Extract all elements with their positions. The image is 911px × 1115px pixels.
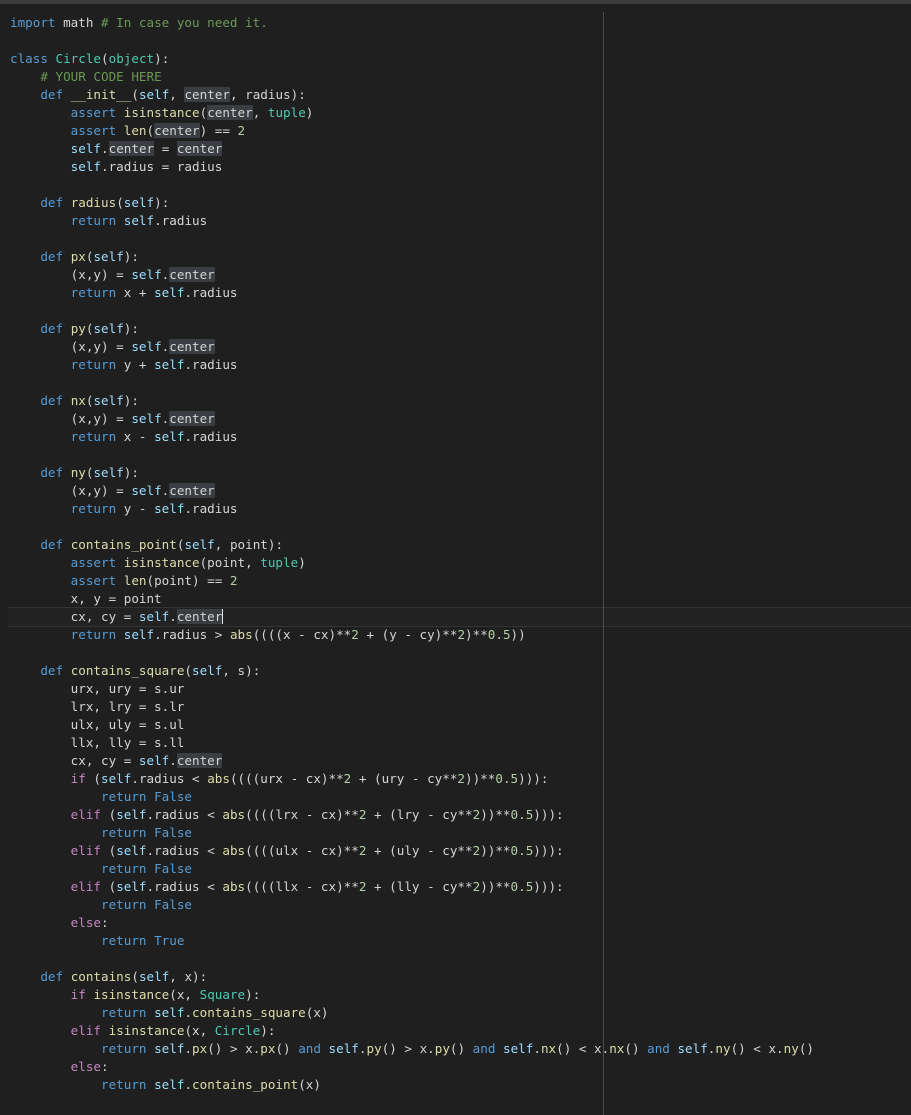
code-line[interactable]	[10, 446, 911, 464]
code-line[interactable]	[10, 230, 911, 248]
code-line[interactable]: return False	[10, 896, 911, 914]
code-line[interactable]: class Circle(object):	[10, 50, 911, 68]
code-line[interactable]: assert len(point) == 2	[10, 572, 911, 590]
code-line[interactable]: return self.radius	[10, 212, 911, 230]
code-line[interactable]: def nx(self):	[10, 392, 911, 410]
code-area[interactable]: import math # In case you need it. class…	[10, 14, 911, 1094]
code-line[interactable]: # YOUR CODE HERE	[10, 68, 911, 86]
code-line[interactable]: if (self.radius < abs((((urx - cx)**2 + …	[10, 770, 911, 788]
code-line[interactable]: assert isinstance(point, tuple)	[10, 554, 911, 572]
code-line[interactable]	[10, 374, 911, 392]
code-line[interactable]: (x,y) = self.center	[10, 482, 911, 500]
code-line[interactable]: (x,y) = self.center	[10, 410, 911, 428]
code-line[interactable]: def __init__(self, center, radius):	[10, 86, 911, 104]
code-line[interactable]	[10, 302, 911, 320]
code-line[interactable]: elif isinstance(x, Circle):	[10, 1022, 911, 1040]
code-line[interactable]: def contains_point(self, point):	[10, 536, 911, 554]
code-line[interactable]: elif (self.radius < abs((((llx - cx)**2 …	[10, 878, 911, 896]
code-line[interactable]: elif (self.radius < abs((((ulx - cx)**2 …	[10, 842, 911, 860]
code-line[interactable]: return True	[10, 932, 911, 950]
code-line[interactable]: return False	[10, 788, 911, 806]
code-line[interactable]: def radius(self):	[10, 194, 911, 212]
code-line[interactable]: assert len(center) == 2	[10, 122, 911, 140]
code-line[interactable]: else:	[10, 914, 911, 932]
code-line[interactable]: return self.contains_square(x)	[10, 1004, 911, 1022]
code-line[interactable]: if isinstance(x, Square):	[10, 986, 911, 1004]
code-line[interactable]: import math # In case you need it.	[10, 14, 911, 32]
code-line[interactable]: cx, cy = self.center	[10, 752, 911, 770]
code-line[interactable]: return y + self.radius	[10, 356, 911, 374]
code-line[interactable]: return y - self.radius	[10, 500, 911, 518]
code-line[interactable]: assert isinstance(center, tuple)	[10, 104, 911, 122]
code-line[interactable]: (x,y) = self.center	[10, 338, 911, 356]
code-line[interactable]	[10, 518, 911, 536]
code-line[interactable]: return False	[10, 860, 911, 878]
code-line[interactable]: return self.radius > abs((((x - cx)**2 +…	[10, 626, 911, 644]
code-line[interactable]: return x + self.radius	[10, 284, 911, 302]
code-line[interactable]: self.radius = radius	[10, 158, 911, 176]
code-line[interactable]: urx, ury = s.ur	[10, 680, 911, 698]
code-line[interactable]: x, y = point	[10, 590, 911, 608]
code-line[interactable]	[10, 950, 911, 968]
code-line[interactable]	[10, 32, 911, 50]
code-line[interactable]: return False	[10, 824, 911, 842]
code-line[interactable]: return self.contains_point(x)	[10, 1076, 911, 1094]
code-line[interactable]: ulx, uly = s.ul	[10, 716, 911, 734]
code-line[interactable]: llx, lly = s.ll	[10, 734, 911, 752]
code-line[interactable]: else:	[10, 1058, 911, 1076]
code-line[interactable]: (x,y) = self.center	[10, 266, 911, 284]
code-line[interactable]	[10, 176, 911, 194]
code-line[interactable]: def ny(self):	[10, 464, 911, 482]
code-line[interactable]: lrx, lry = s.lr	[10, 698, 911, 716]
code-line[interactable]: def py(self):	[10, 320, 911, 338]
code-line[interactable]	[10, 644, 911, 662]
code-line[interactable]: return x - self.radius	[10, 428, 911, 446]
code-line[interactable]: def contains_square(self, s):	[10, 662, 911, 680]
code-line[interactable]: def contains(self, x):	[10, 968, 911, 986]
code-line[interactable]: elif (self.radius < abs((((lrx - cx)**2 …	[10, 806, 911, 824]
code-line[interactable]: return self.px() > x.px() and self.py() …	[10, 1040, 911, 1058]
code-line[interactable]: def px(self):	[10, 248, 911, 266]
code-line[interactable]: self.center = center	[10, 140, 911, 158]
code-editor[interactable]: import math # In case you need it. class…	[0, 0, 911, 1115]
code-line[interactable]: cx, cy = self.center	[10, 608, 911, 626]
